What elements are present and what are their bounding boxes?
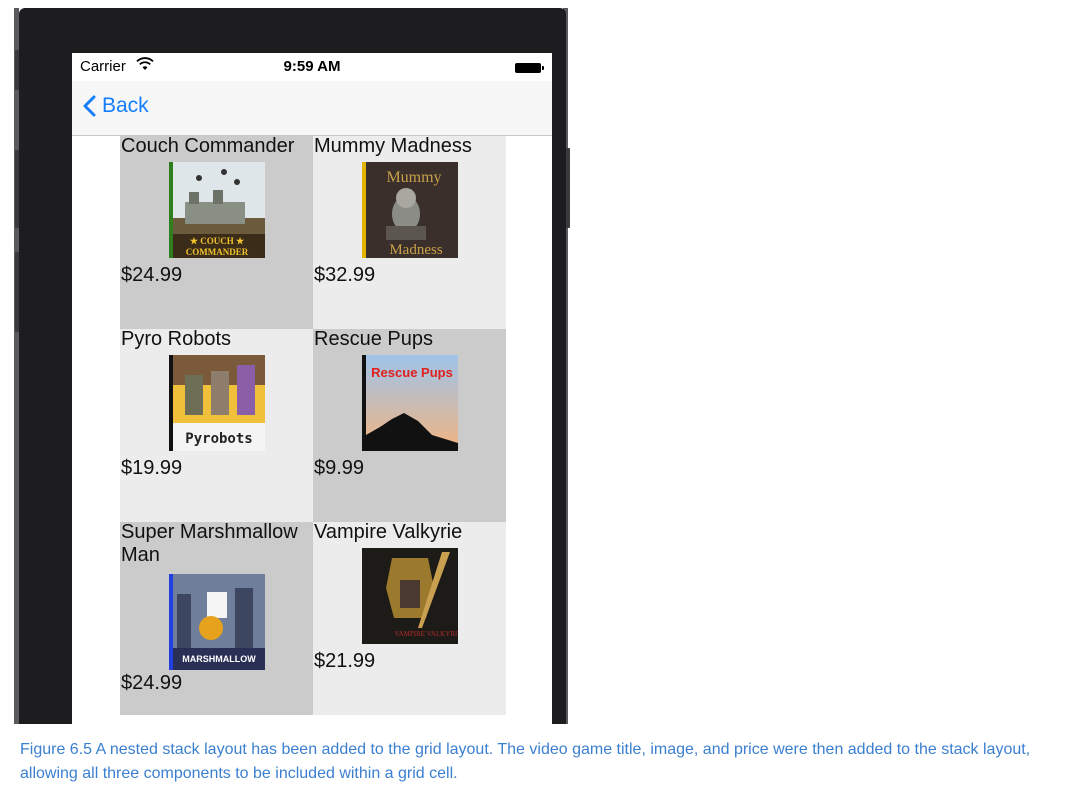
svg-text:VAMPIRE VALKYRIE: VAMPIRE VALKYRIE <box>394 630 458 638</box>
game-title: Pyro Robots <box>121 329 232 350</box>
game-price: $21.99 <box>314 650 376 672</box>
game-cell-couch-commander[interactable]: Couch Commander ★ COUCH ★ COMMANDER $24.… <box>120 136 313 329</box>
svg-text:Mummy: Mummy <box>386 169 441 186</box>
game-title: Mummy Madness <box>314 136 472 157</box>
game-grid: Couch Commander ★ COUCH ★ COMMANDER $24.… <box>120 136 506 715</box>
game-cell-pyro-robots[interactable]: Pyro Robots Pyrobots $19.99 <box>120 329 313 522</box>
game-title: Rescue Pups <box>314 329 433 350</box>
svg-text:Madness: Madness <box>389 242 442 258</box>
svg-text:★ COUCH ★: ★ COUCH ★ <box>190 236 245 246</box>
game-title: Super Marshmallow Man <box>121 522 298 566</box>
back-label: Back <box>102 94 149 117</box>
super-marshmallow-man-cover-image: MARSHMALLOW <box>169 574 265 670</box>
pyro-robots-cover-image: Pyrobots <box>169 355 265 451</box>
rescue-pups-cover-image: Rescue Pups <box>362 355 458 451</box>
back-button[interactable]: Back <box>82 91 149 121</box>
couch-commander-cover-image: ★ COUCH ★ COMMANDER <box>169 162 265 258</box>
game-cell-vampire-valkyrie[interactable]: Vampire Valkyrie VAMPIRE VALKYRIE $21.99 <box>313 522 506 715</box>
svg-text:Pyrobots: Pyrobots <box>185 431 252 447</box>
navigation-bar: Back <box>72 81 552 136</box>
game-price: $24.99 <box>121 264 183 286</box>
vampire-valkyrie-cover-image: VAMPIRE VALKYRIE <box>362 548 458 644</box>
power-button <box>566 148 570 228</box>
game-price: $32.99 <box>314 264 376 286</box>
game-cell-rescue-pups[interactable]: Rescue Pups Rescue Pups $9.99 <box>313 329 506 522</box>
status-time: 9:59 AM <box>283 58 341 75</box>
svg-text:Rescue Pups: Rescue Pups <box>371 365 453 380</box>
game-title: Vampire Valkyrie <box>314 522 463 543</box>
battery-icon <box>515 63 544 73</box>
device-frame: Carrier 9:59 AM Back Couch Commander ★ C… <box>19 8 566 732</box>
game-cell-mummy-madness[interactable]: Mummy Madness Mummy Madness $32.99 <box>313 136 506 329</box>
svg-text:MARSHMALLOW: MARSHMALLOW <box>182 654 256 664</box>
game-price: $9.99 <box>314 457 365 479</box>
figure-caption: Figure 6.5 A nested stack layout has bee… <box>20 741 1031 782</box>
mummy-madness-cover-image: Mummy Madness <box>362 162 458 258</box>
chevron-left-icon <box>83 95 96 117</box>
phone-screen: Carrier 9:59 AM Back Couch Commander ★ C… <box>72 53 552 732</box>
game-cell-super-marshmallow-man[interactable]: Super Marshmallow Man MARSHMALLOW $24.99 <box>120 522 313 715</box>
status-bar: Carrier 9:59 AM <box>72 53 552 81</box>
game-title: Couch Commander <box>121 136 295 157</box>
game-price: $24.99 <box>121 672 183 694</box>
svg-text:COMMANDER: COMMANDER <box>186 247 249 257</box>
game-price: $19.99 <box>121 457 183 479</box>
